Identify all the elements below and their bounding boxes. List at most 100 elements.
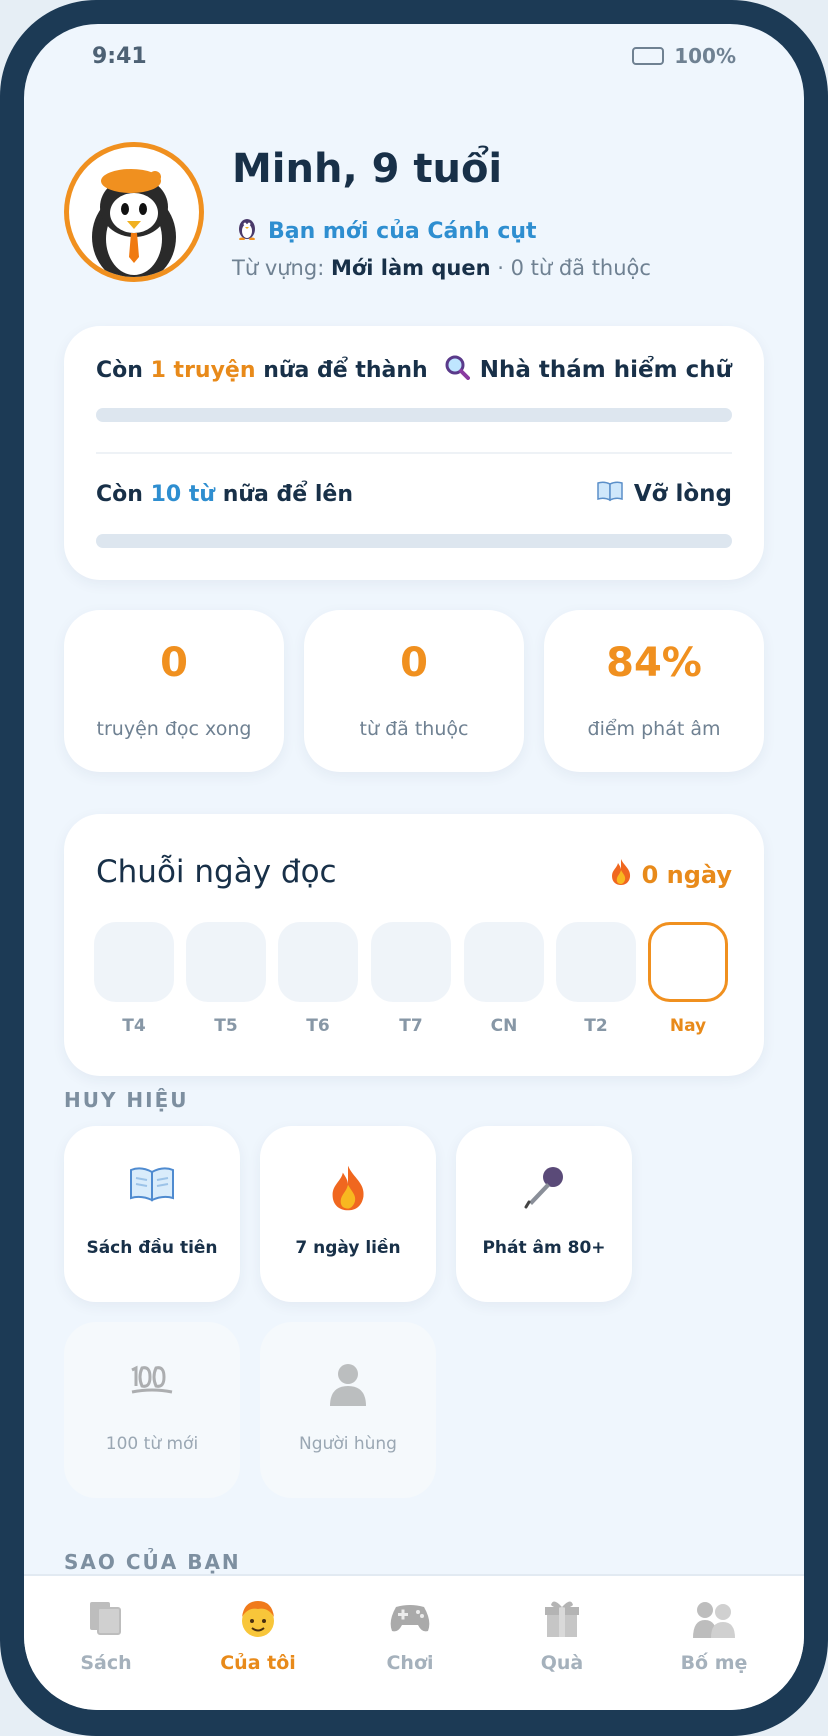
magnifier-icon <box>444 354 470 386</box>
nav-item-books[interactable]: Sách <box>36 1594 176 1674</box>
stat-label-words: từ đã thuộc <box>359 718 469 740</box>
streak-day: T4 <box>94 922 174 1036</box>
child-face-icon <box>188 1594 328 1642</box>
nav-label: Chơi <box>386 1652 434 1674</box>
progress-row2-post: nữa để lên <box>222 481 353 507</box>
battery-percent: 100% <box>674 44 736 68</box>
streak-day-label: CN <box>490 1016 518 1036</box>
avatar[interactable] <box>64 142 204 282</box>
status-time: 9:41 <box>92 44 147 69</box>
parents-icon <box>644 1594 784 1642</box>
progress-bar-stories <box>96 408 732 422</box>
streak-day-label: T2 <box>584 1016 608 1036</box>
badges-section-title: HUY HIỆU <box>64 1088 189 1112</box>
streak-day-box <box>186 922 266 1002</box>
screen: 9:41 100% Minh, 9 tuổi Bạn mới của Cánh … <box>24 24 804 1710</box>
stat-card-pronunciation: 84% điểm phát âm <box>544 610 764 772</box>
nav-label: Quà <box>540 1652 584 1674</box>
streak-card: Chuỗi ngày đọc 0 ngày T4 T5 T6 T7 CN T2 … <box>64 814 764 1076</box>
stat-card-stories: 0 truyện đọc xong <box>64 610 284 772</box>
streak-title: Chuỗi ngày đọc <box>96 854 337 890</box>
progress-row1-pre: Còn <box>96 357 143 383</box>
friend-title-text: Bạn mới của Cánh cụt <box>268 218 537 244</box>
streak-day-label-today: Nay <box>669 1016 707 1036</box>
status-right: 100% <box>632 44 736 68</box>
streak-day-box <box>556 922 636 1002</box>
friend-title: Bạn mới của Cánh cụt <box>236 216 537 246</box>
person-icon <box>260 1360 436 1406</box>
nav-label: Sách <box>80 1652 132 1674</box>
badge-label: Người hùng <box>299 1434 397 1454</box>
fire-icon <box>610 858 632 892</box>
progress-row1-highlight: 1 truyện <box>150 357 256 383</box>
badge-seven-days[interactable]: 7 ngày liền <box>260 1126 436 1302</box>
progress-row1-post: nữa để thành <box>263 357 428 383</box>
nav-item-gifts[interactable]: Quà <box>492 1594 632 1674</box>
bottom-nav: Sách Của tôi Chơi Quà Bố mẹ <box>24 1574 804 1710</box>
progress-row-stories: Còn 1 truyện nữa để thành Nhà thám hiểm … <box>96 354 732 386</box>
battery-icon <box>632 47 665 65</box>
nav-item-parents[interactable]: Bố mẹ <box>644 1594 784 1674</box>
progress-card: Còn 1 truyện nữa để thành Nhà thám hiểm … <box>64 326 764 580</box>
progress-row2-pre: Còn <box>96 481 143 507</box>
gift-icon <box>492 1594 632 1642</box>
progress-row2-highlight: 10 từ <box>150 481 216 507</box>
nav-item-play[interactable]: Chơi <box>340 1594 480 1674</box>
nav-label: Của tôi <box>220 1652 296 1674</box>
progress-divider <box>96 452 732 454</box>
badge-label: Phát âm 80+ <box>482 1238 606 1258</box>
streak-day-box <box>278 922 358 1002</box>
progress-row1-target: Nhà thám hiểm chữ <box>479 357 732 383</box>
streak-day: T5 <box>186 922 266 1036</box>
stat-value-pronunciation: 84% <box>606 640 702 686</box>
streak-day-label: T4 <box>122 1016 146 1036</box>
badge-hundred-words[interactable]: 100 từ mới <box>64 1322 240 1498</box>
penguin-avatar-icon <box>69 147 199 277</box>
badge-label: 7 ngày liền <box>295 1238 401 1258</box>
book-icon <box>596 480 624 508</box>
streak-day-label: T5 <box>214 1016 238 1036</box>
streak-day: T2 <box>556 922 636 1036</box>
badge-first-book[interactable]: Sách đầu tiên <box>64 1126 240 1302</box>
badge-pronunciation[interactable]: Phát âm 80+ <box>456 1126 632 1302</box>
microphone-icon <box>456 1164 632 1210</box>
streak-count-text: 0 ngày <box>641 861 732 889</box>
vocab-line: Từ vựng: Mới làm quen · 0 từ đã thuộc <box>232 256 651 280</box>
penguin-icon <box>236 216 258 246</box>
streak-day: CN <box>464 922 544 1036</box>
nav-label: Bố mẹ <box>680 1652 748 1674</box>
vocab-suffix: · 0 từ đã thuộc <box>497 256 651 280</box>
streak-count: 0 ngày <box>610 858 732 892</box>
profile-name: Minh, 9 tuổi <box>232 146 503 192</box>
stars-section-title: SAO CỦA BẠN <box>64 1550 241 1574</box>
stat-card-words: 0 từ đã thuộc <box>304 610 524 772</box>
stat-label-stories: truyện đọc xong <box>96 718 252 740</box>
stat-value-words: 0 <box>400 640 428 686</box>
progress-bar-words <box>96 534 732 548</box>
streak-day-box <box>94 922 174 1002</box>
vocab-level: Mới làm quen <box>330 256 491 280</box>
hundred-points-icon <box>64 1360 240 1400</box>
streak-day-box-today <box>648 922 728 1002</box>
badge-label: Sách đầu tiên <box>86 1238 218 1258</box>
vocab-prefix: Từ vựng: <box>232 256 325 280</box>
streak-day-label: T6 <box>306 1016 330 1036</box>
stat-label-pronunciation: điểm phát âm <box>587 718 721 740</box>
gamepad-icon <box>340 1594 480 1642</box>
fire-icon <box>260 1164 436 1212</box>
streak-day-label: T7 <box>399 1016 423 1036</box>
phone-frame: 9:41 100% Minh, 9 tuổi Bạn mới của Cánh … <box>0 0 828 1736</box>
badge-label: 100 từ mới <box>105 1434 199 1454</box>
books-icon <box>36 1594 176 1642</box>
stat-value-stories: 0 <box>160 640 188 686</box>
progress-row-words: Còn 10 từ nữa để lên Vỡ lòng <box>96 480 732 508</box>
streak-day-today: Nay <box>648 922 728 1036</box>
streak-day-box <box>371 922 451 1002</box>
progress-row2-target: Vỡ lòng <box>633 481 732 507</box>
streak-day: T6 <box>278 922 358 1036</box>
nav-item-mine[interactable]: Của tôi <box>188 1594 328 1674</box>
open-book-icon <box>64 1164 240 1204</box>
streak-day-box <box>464 922 544 1002</box>
streak-day: T7 <box>371 922 451 1036</box>
badge-hero[interactable]: Người hùng <box>260 1322 436 1498</box>
